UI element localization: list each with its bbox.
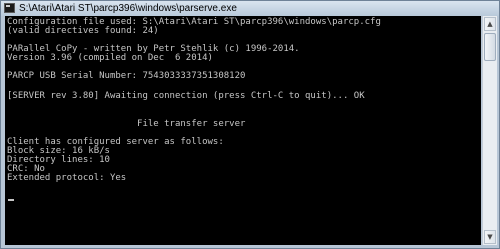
window-title: S:\Atari\Atari ST\parcp396\windows\parse… [19,3,237,14]
scrollbar-thumb[interactable] [484,33,496,61]
scroll-down-button[interactable]: ▼ [484,230,496,244]
console-line-extended-protocol: Extended protocol: Yes [7,173,127,183]
chevron-up-icon: ▲ [487,20,493,28]
console-line-server-status: [SERVER rev 3.80] Awaiting connection (p… [7,91,365,101]
console-line-heading: File transfer server [7,119,246,129]
scroll-up-button[interactable]: ▲ [484,17,496,31]
console-line-serial-number: PARCP USB Serial Number: 754303333735130… [7,71,246,81]
console-line-valid-directives: (valid directives found: 24) [7,26,159,36]
console-output[interactable]: Configuration file used: S:\Atari\Atari … [5,16,481,245]
console-window: S:\Atari\Atari ST\parcp396\windows\parse… [0,0,500,249]
console-app-icon[interactable] [4,3,15,13]
chevron-down-icon: ▼ [487,233,493,241]
text-cursor [8,199,14,201]
vertical-scrollbar[interactable]: ▲ ▼ [482,16,497,245]
title-bar[interactable]: S:\Atari\Atari ST\parcp396\windows\parse… [1,1,499,16]
console-line-version: Version 3.96 (compiled on Dec 6 2014) [7,53,213,63]
